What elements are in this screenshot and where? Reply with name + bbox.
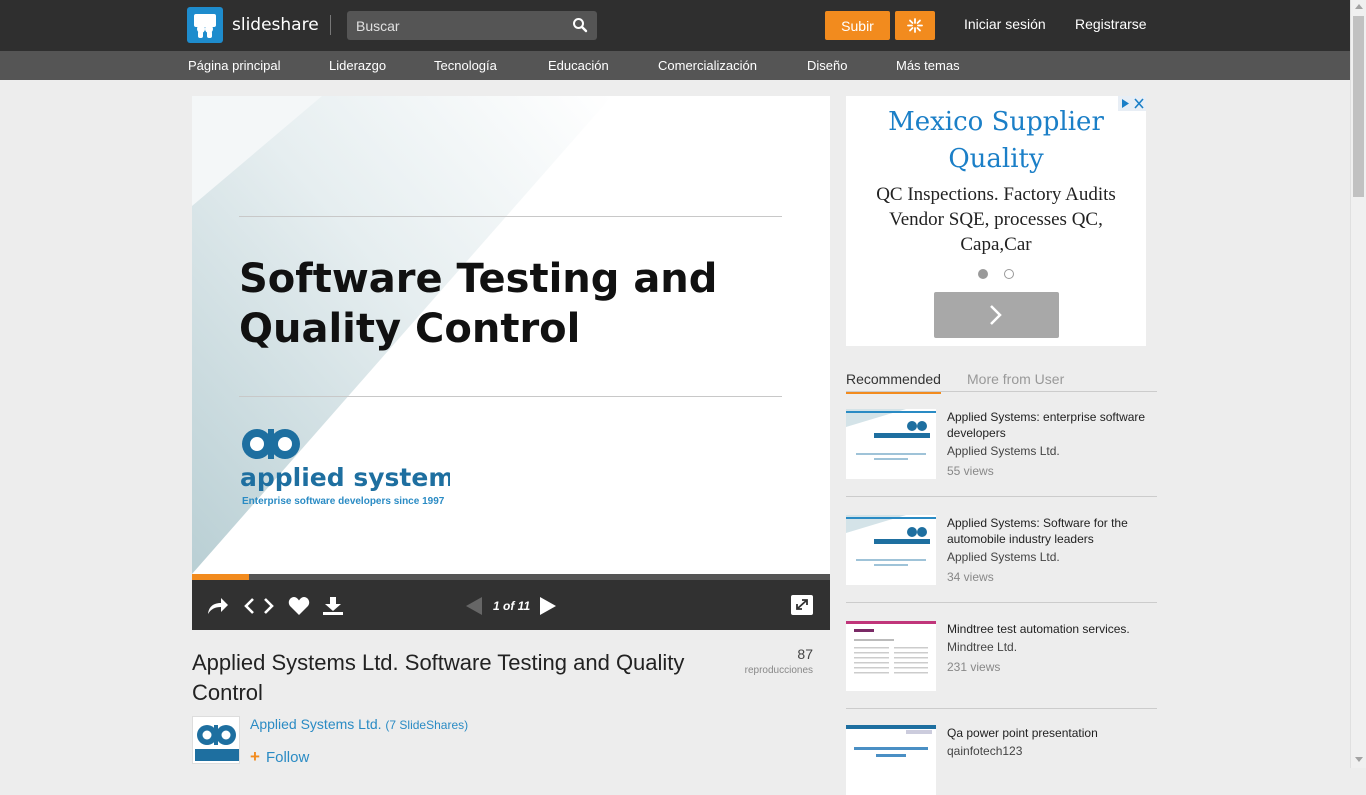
logo-divider xyxy=(330,15,331,35)
slide-viewer[interactable]: Software Testing and Quality Control app… xyxy=(192,96,830,574)
divider xyxy=(846,602,1157,603)
list-item[interactable]: Mindtree test automation services. Mindt… xyxy=(846,621,1157,711)
search-icon[interactable] xyxy=(572,17,588,38)
player-controls: 1 of 11 xyxy=(192,580,830,630)
rec-thumbnail[interactable] xyxy=(846,725,936,795)
top-header: slideshare Subir Iniciar sesión Registra… xyxy=(0,0,1350,51)
ad-carousel-dot[interactable] xyxy=(1004,269,1014,279)
list-item[interactable]: Applied Systems: enterprise software dev… xyxy=(846,409,1157,499)
page-scrollbar[interactable] xyxy=(1350,0,1366,768)
nav-design[interactable]: Diseño xyxy=(807,58,847,73)
slideshare-logo-icon[interactable] xyxy=(187,7,223,43)
rec-thumbnail[interactable] xyxy=(846,621,936,691)
scrollbar-thumb[interactable] xyxy=(1353,16,1364,197)
views-label: reproducciones xyxy=(744,665,813,676)
upload-button[interactable]: Subir xyxy=(825,11,890,40)
register-link[interactable]: Registrarse xyxy=(1075,16,1147,32)
download-icon[interactable] xyxy=(322,596,344,621)
previous-slide-icon[interactable] xyxy=(464,596,484,621)
nav-technology[interactable]: Tecnología xyxy=(434,58,497,73)
chevron-right-icon xyxy=(990,305,1002,325)
logo-text[interactable]: slideshare xyxy=(232,15,319,35)
divider xyxy=(846,496,1157,497)
follow-label: Follow xyxy=(265,749,310,766)
author-link[interactable]: Applied Systems Ltd. (7 SlideShares) xyxy=(250,716,468,732)
nav-education[interactable]: Educación xyxy=(548,58,609,73)
fullscreen-icon[interactable] xyxy=(790,594,814,621)
follow-button[interactable]: + Follow xyxy=(250,747,309,767)
nav-home[interactable]: Página principal xyxy=(188,58,281,73)
embed-code-icon[interactable] xyxy=(244,596,274,621)
category-nav: Página principal Liderazgo Tecnología Ed… xyxy=(0,51,1350,80)
ad-title[interactable]: Mexico Supplier Quality xyxy=(846,104,1146,178)
next-slide-icon[interactable] xyxy=(538,596,558,621)
list-item[interactable]: Applied Systems: Software for the automo… xyxy=(846,515,1157,605)
list-item[interactable]: Qa power point presentation qainfotech12… xyxy=(846,725,1157,795)
rec-views: 55 views xyxy=(947,464,994,478)
advertisement[interactable]: Mexico Supplier Quality QC Inspections. … xyxy=(846,96,1146,346)
rec-thumbnail[interactable] xyxy=(846,515,936,585)
search-box xyxy=(347,11,597,40)
slide-logo-text: applied systems xyxy=(240,463,450,492)
tab-underline xyxy=(846,391,1157,392)
nav-more-topics[interactable]: Más temas xyxy=(896,58,960,73)
tab-more-from-user[interactable]: More from User xyxy=(967,371,1064,387)
ad-body: QC Inspections. Factory Audits Vendor SQ… xyxy=(876,184,1116,255)
rec-views: 34 views xyxy=(947,570,994,584)
rec-title[interactable]: Applied Systems: enterprise software dev… xyxy=(947,409,1157,441)
applied-systems-logo: applied systems xyxy=(240,429,450,492)
login-link[interactable]: Iniciar sesión xyxy=(964,16,1046,32)
ad-next-button[interactable] xyxy=(934,292,1059,338)
rec-views: 231 views xyxy=(947,660,1001,674)
author-name[interactable]: Applied Systems Ltd. xyxy=(250,716,382,732)
slide-bottom-rule xyxy=(239,396,782,397)
like-heart-icon[interactable] xyxy=(288,596,310,621)
share-icon[interactable] xyxy=(206,596,230,621)
rec-author[interactable]: Applied Systems Ltd. xyxy=(947,444,1060,458)
nav-leadership[interactable]: Liderazgo xyxy=(329,58,386,73)
scroll-down-arrow-icon[interactable] xyxy=(1355,757,1363,762)
rec-title[interactable]: Mindtree test automation services. xyxy=(947,621,1157,637)
slide-title: Software Testing and Quality Control xyxy=(239,256,718,352)
search-input[interactable] xyxy=(347,11,567,40)
divider xyxy=(846,708,1157,709)
rec-thumbnail[interactable] xyxy=(846,409,936,479)
plus-icon: + xyxy=(250,747,260,766)
rec-author[interactable]: qainfotech123 xyxy=(947,744,1022,758)
nav-marketing[interactable]: Comercialización xyxy=(658,58,757,73)
rec-author[interactable]: Mindtree Ltd. xyxy=(947,640,1017,654)
slide-top-rule xyxy=(239,216,782,217)
rec-title[interactable]: Qa power point presentation xyxy=(947,725,1157,741)
views-count: 87 xyxy=(797,646,813,662)
scroll-up-arrow-icon[interactable] xyxy=(1355,4,1363,9)
spark-icon-button[interactable] xyxy=(895,11,935,40)
slide-tagline: Enterprise software developers since 199… xyxy=(242,496,445,507)
document-title: Applied Systems Ltd. Software Testing an… xyxy=(192,650,685,705)
author-slideshare-count[interactable]: (7 SlideShares) xyxy=(385,718,468,732)
rec-author[interactable]: Applied Systems Ltd. xyxy=(947,550,1060,564)
author-avatar[interactable] xyxy=(192,716,240,764)
page-indicator: 1 of 11 xyxy=(493,599,531,613)
rec-title[interactable]: Applied Systems: Software for the automo… xyxy=(947,515,1157,547)
ad-carousel-dot-active[interactable] xyxy=(978,269,988,279)
